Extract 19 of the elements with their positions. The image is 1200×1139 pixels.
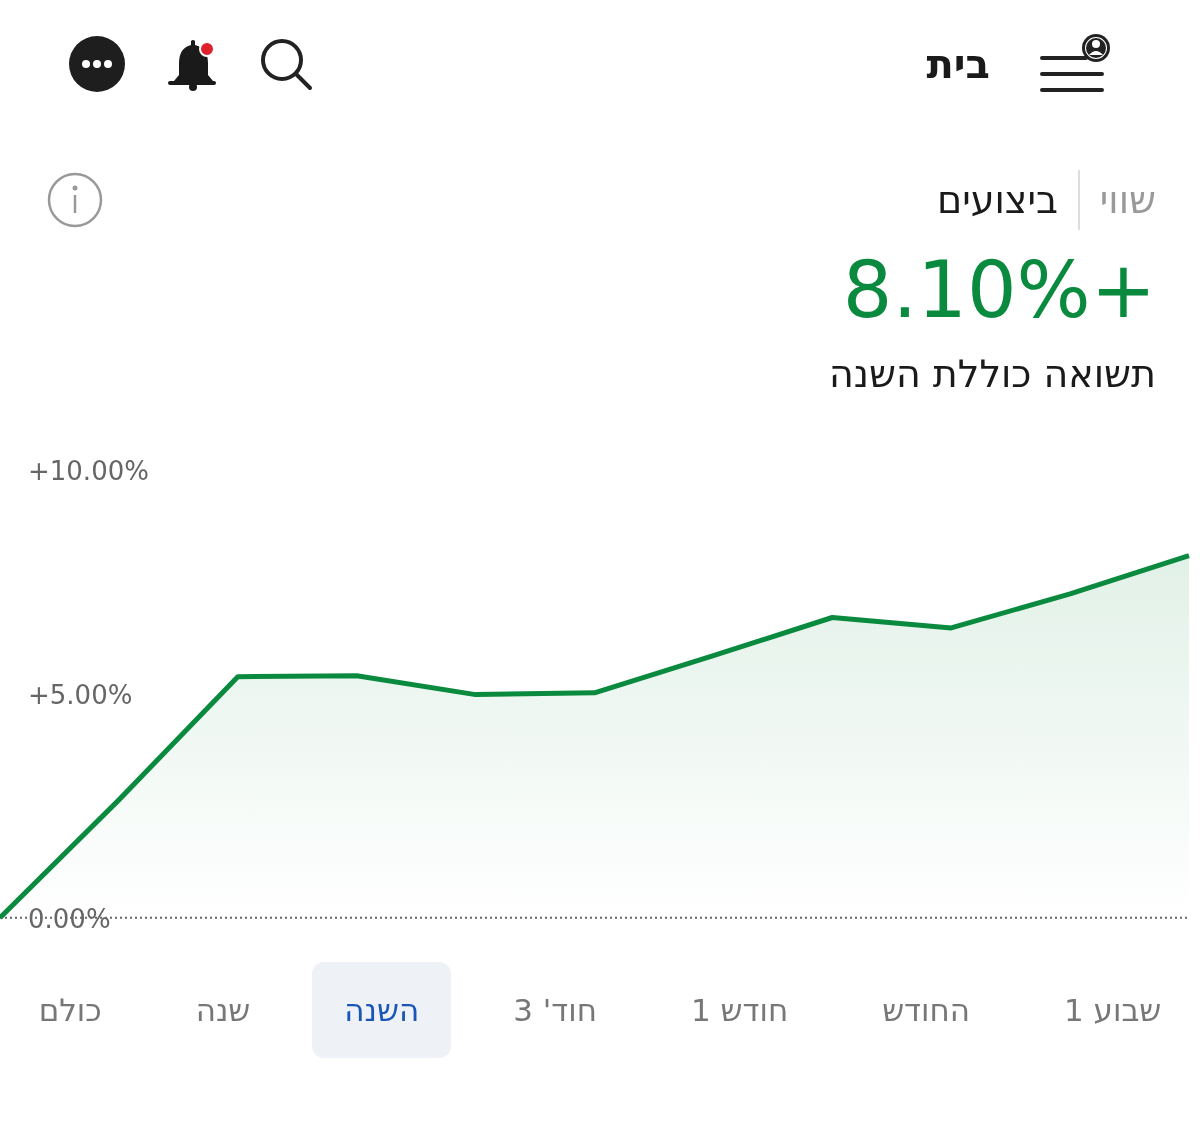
- range-tab[interactable]: השנה: [312, 961, 452, 1058]
- axis-label: +10.00%: [28, 455, 149, 486]
- range-tab[interactable]: החודש: [850, 961, 1002, 1058]
- axis-label: +5.00%: [28, 679, 133, 710]
- return-label: תשואה כוללת השנה: [827, 350, 1157, 396]
- range-tab[interactable]: כולם: [6, 961, 134, 1058]
- page-title: בית: [926, 41, 990, 87]
- search-icon[interactable]: [258, 36, 314, 92]
- more-icon[interactable]: [68, 35, 126, 93]
- info-icon[interactable]: [46, 171, 104, 229]
- axis-label: 0.00%: [28, 903, 111, 934]
- range-tab[interactable]: שנה: [163, 961, 283, 1058]
- range-tab[interactable]: חוד' 3: [481, 961, 629, 1058]
- view-tab[interactable]: ביצועים: [937, 178, 1058, 222]
- range-tab[interactable]: שבוע 1: [1032, 961, 1194, 1058]
- view-tab[interactable]: שווי: [1099, 178, 1156, 222]
- return-value: +8.10%: [841, 244, 1157, 336]
- range-tab[interactable]: חודש 1: [658, 961, 821, 1058]
- bell-icon[interactable]: [166, 37, 218, 91]
